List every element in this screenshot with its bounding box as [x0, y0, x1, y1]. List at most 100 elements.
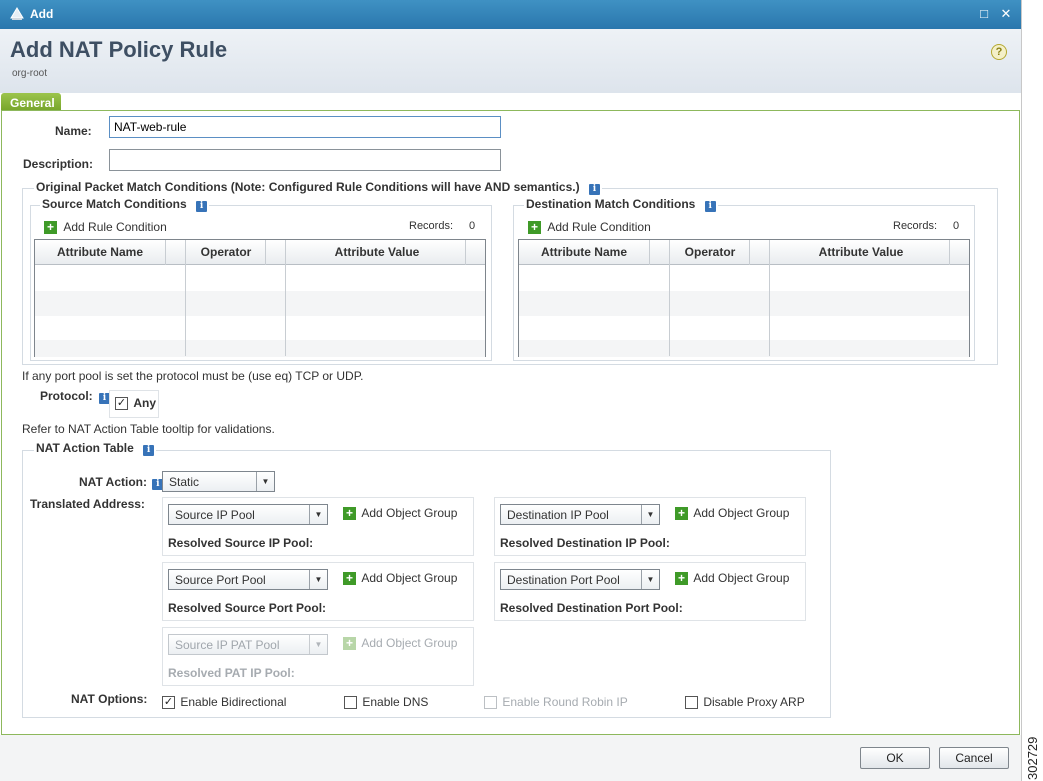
table-header: Attribute Name Operator Attribute Value [35, 240, 485, 265]
destination-add-condition-button[interactable]: + Add Rule Condition [528, 220, 651, 234]
add-icon: + [343, 572, 356, 585]
column-header-attribute-name[interactable]: Attribute Name [35, 240, 165, 265]
protocol-note: If any port pool is set the protocol mus… [22, 369, 364, 383]
table-row [35, 340, 485, 357]
add-icon: + [44, 221, 57, 234]
destination-ip-pool-select[interactable]: Destination IP Pool ▼ [500, 504, 660, 525]
info-icon[interactable]: i [143, 445, 155, 456]
source-pat-pool-select[interactable]: Source IP PAT Pool ▼ [168, 634, 328, 655]
checkbox[interactable] [344, 696, 357, 710]
source-port-pool-value: Source Port Pool [175, 573, 266, 587]
info-icon[interactable]: i [588, 184, 600, 195]
table-row [35, 291, 485, 316]
protocol-any-label: Any [133, 396, 157, 410]
destination-records-count: 0 [953, 220, 960, 232]
nat-action-select[interactable]: Static ▼ [162, 471, 275, 492]
protocol-label-text: Protocol: [40, 389, 93, 403]
destination-add-condition-label: Add Rule Condition [547, 220, 651, 234]
checkbox[interactable] [685, 696, 698, 710]
destination-port-add-group-button[interactable]: + Add Object Group [675, 571, 789, 585]
chevron-down-icon: ▼ [309, 505, 327, 524]
source-records-count: 0 [469, 220, 476, 232]
maximize-icon[interactable]: □ [975, 5, 993, 23]
chevron-down-icon: ▼ [256, 472, 274, 491]
source-ip-pool-select[interactable]: Source IP Pool ▼ [168, 504, 328, 525]
add-icon: + [343, 637, 356, 650]
destination-ip-add-group-button[interactable]: + Add Object Group [675, 506, 789, 520]
column-divider [749, 240, 750, 265]
add-icon: + [675, 572, 688, 585]
window-title: Add [30, 7, 54, 21]
enable-round-robin-label: Enable Round Robin IP [502, 695, 628, 709]
resolved-destination-port-label: Resolved Destination Port Pool: [500, 601, 683, 615]
source-add-condition-button[interactable]: + Add Rule Condition [44, 220, 167, 234]
chevron-down-icon: ▼ [641, 570, 659, 589]
nat-options-label: NAT Options: [71, 692, 148, 706]
add-icon: + [528, 221, 541, 234]
resolved-source-ip-label: Resolved Source IP Pool: [168, 536, 314, 550]
enable-dns-checkbox[interactable]: Enable DNS [344, 695, 429, 710]
column-header-attribute-name[interactable]: Attribute Name [519, 240, 649, 265]
column-divider [465, 240, 466, 265]
cancel-button[interactable]: Cancel [939, 747, 1009, 769]
ok-button[interactable]: OK [860, 747, 930, 769]
add-icon: + [675, 507, 688, 520]
chevron-down-icon: ▼ [641, 505, 659, 524]
chevron-down-icon: ▼ [309, 635, 327, 654]
disable-proxy-arp-label: Disable Proxy ARP [703, 695, 805, 709]
source-conditions-title-text: Source Match Conditions [42, 197, 187, 211]
enable-bidirectional-label: Enable Bidirectional [180, 695, 287, 709]
column-divider [649, 240, 650, 265]
destination-port-pool-select[interactable]: Destination Port Pool ▼ [500, 569, 660, 590]
source-ip-add-group-button[interactable]: + Add Object Group [343, 506, 457, 520]
enable-bidirectional-checkbox[interactable]: ✓ Enable Bidirectional [162, 695, 287, 710]
column-divider [949, 240, 950, 265]
description-label: Description: [23, 157, 94, 171]
source-add-condition-label: Add Rule Condition [63, 220, 167, 234]
column-header-attribute-value[interactable]: Attribute Value [771, 240, 951, 265]
source-pat-add-group-button[interactable]: + Add Object Group [343, 636, 457, 650]
right-margin [1021, 0, 1043, 781]
checkbox[interactable]: ✓ [115, 397, 128, 411]
source-port-pool-select[interactable]: Source Port Pool ▼ [168, 569, 328, 590]
column-header-operator[interactable]: Operator [186, 240, 266, 265]
destination-conditions-title: Destination Match Conditions i [524, 197, 718, 212]
close-icon[interactable]: ✕ [997, 5, 1015, 23]
page-title: Add NAT Policy Rule [10, 37, 228, 62]
checkbox[interactable]: ✓ [162, 696, 175, 710]
window-titlebar: Add □ ✕ [0, 0, 1021, 29]
resolved-pat-label: Resolved PAT IP Pool: [168, 666, 295, 680]
column-header-operator[interactable]: Operator [670, 240, 750, 265]
column-divider [185, 240, 186, 356]
destination-records-label: Records: [893, 220, 938, 232]
resolved-source-port-label: Resolved Source Port Pool: [168, 601, 327, 615]
source-port-add-group-button[interactable]: + Add Object Group [343, 571, 457, 585]
nat-action-value: Static [169, 475, 200, 489]
name-input[interactable] [109, 116, 501, 138]
info-icon[interactable]: i [196, 201, 208, 212]
column-divider [165, 240, 166, 265]
destination-ip-pool-value: Destination IP Pool [507, 508, 609, 522]
source-conditions-title: Source Match Conditions i [40, 197, 210, 212]
enable-dns-label: Enable DNS [362, 695, 429, 709]
disable-proxy-arp-checkbox[interactable]: Disable Proxy ARP [685, 695, 805, 710]
column-divider [669, 240, 670, 356]
column-divider [265, 240, 266, 265]
description-input[interactable] [109, 149, 501, 171]
info-icon[interactable]: i [704, 201, 716, 212]
enable-round-robin-checkbox[interactable]: Enable Round Robin IP [484, 695, 628, 710]
checkbox[interactable] [484, 696, 497, 710]
tab-general[interactable]: General [1, 93, 61, 111]
protocol-any-checkbox[interactable]: ✓ Any [115, 396, 157, 411]
protocol-label: Protocol: i [40, 389, 111, 404]
add-object-group-label: Add Object Group [361, 571, 458, 585]
nat-action-table-title-text: NAT Action Table [36, 441, 134, 455]
column-header-attribute-value[interactable]: Attribute Value [287, 240, 467, 265]
help-icon[interactable]: ? [991, 44, 1007, 60]
destination-conditions-table: Attribute Name Operator Attribute Value [518, 239, 970, 357]
add-object-group-label: Add Object Group [693, 571, 790, 585]
translated-address-label: Translated Address: [30, 497, 145, 511]
figure-id: 302729 [1025, 736, 1040, 780]
source-pat-pool-value: Source IP PAT Pool [175, 638, 280, 652]
chevron-down-icon: ▼ [309, 570, 327, 589]
